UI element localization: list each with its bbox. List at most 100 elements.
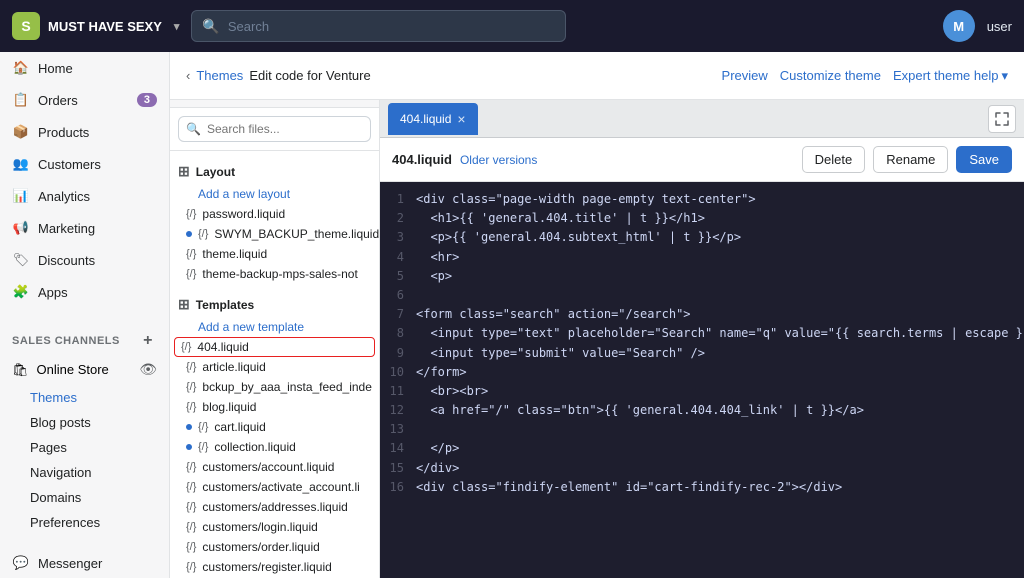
breadcrumb-themes-link[interactable]: Themes <box>196 68 243 83</box>
code-line: 14 </p> <box>380 439 1024 458</box>
file-item-article[interactable]: {/} article.liquid <box>170 357 379 377</box>
online-store-icon: 🛍 <box>12 362 29 378</box>
sidebar-label-online-store: Online Store <box>37 362 109 377</box>
rename-button[interactable]: Rename <box>873 146 948 173</box>
line-code: <a href="/" class="btn">{{ 'general.404.… <box>416 401 1024 420</box>
file-item-cust-login[interactable]: {/} customers/login.liquid <box>170 517 379 537</box>
file-modified-dot <box>186 231 192 237</box>
file-item-cust-account[interactable]: {/} customers/account.liquid <box>170 457 379 477</box>
line-code <box>416 420 1024 439</box>
sidebar-sub-pages[interactable]: Pages <box>0 435 169 460</box>
file-search-wrap: 🔍 <box>178 116 371 142</box>
file-search-input[interactable] <box>178 116 371 142</box>
file-tag-icon: {/} <box>186 461 196 473</box>
line-code: <h1>{{ 'general.404.title' | t }}</h1> <box>416 209 1024 228</box>
sidebar-item-customers[interactable]: 👥 Customers <box>0 148 169 180</box>
brand-logo-area[interactable]: S MUST HAVE SEXY ▾ <box>12 12 179 40</box>
file-item-cust-register[interactable]: {/} customers/register.liquid <box>170 557 379 577</box>
line-code: <input type="text" placeholder="Search" … <box>416 324 1024 343</box>
sidebar-item-analytics[interactable]: 📊 Analytics <box>0 180 169 212</box>
layout-section-icon: ⊞ <box>178 163 190 180</box>
tab-404-liquid[interactable]: 404.liquid × <box>388 103 478 135</box>
tab-close-icon[interactable]: × <box>457 112 465 126</box>
templates-section-label: Templates <box>196 298 254 312</box>
apps-icon: 🧩 <box>12 283 30 301</box>
line-number: 5 <box>380 267 416 286</box>
sidebar-item-apps[interactable]: 🧩 Apps <box>0 276 169 308</box>
global-search[interactable]: 🔍 <box>191 10 566 42</box>
code-line: 13 <box>380 420 1024 439</box>
breadcrumb: ‹ Themes Edit code for Venture <box>186 68 371 83</box>
code-editor[interactable]: 1<div class="page-width page-empty text-… <box>380 182 1024 578</box>
customers-icon: 👥 <box>12 155 30 173</box>
file-name: customers/login.liquid <box>202 520 317 534</box>
sidebar-item-home[interactable]: 🏠 Home <box>0 52 169 84</box>
search-input[interactable] <box>228 19 555 34</box>
sidebar-item-orders[interactable]: 📋 Orders 3 <box>0 84 169 116</box>
file-item-cust-order[interactable]: {/} customers/order.liquid <box>170 537 379 557</box>
preview-button[interactable]: Preview <box>722 68 768 83</box>
save-button[interactable]: Save <box>956 146 1012 173</box>
sidebar-sub-themes[interactable]: Themes <box>0 385 169 410</box>
line-number: 1 <box>380 190 416 209</box>
orders-icon: 📋 <box>12 91 30 109</box>
file-item-collection[interactable]: {/} collection.liquid <box>170 437 379 457</box>
avatar[interactable]: M <box>943 10 975 42</box>
file-name: theme.liquid <box>202 247 267 261</box>
add-new-layout-link[interactable]: Add a new layout <box>170 184 379 204</box>
eye-icon[interactable]: 👁 <box>139 361 157 378</box>
sidebar-sub-domains[interactable]: Domains <box>0 485 169 510</box>
file-item[interactable]: {/} theme-backup-mps-sales-not <box>170 264 379 284</box>
resize-handle[interactable] <box>170 100 379 108</box>
file-item-404[interactable]: {/} 404.liquid <box>174 337 375 357</box>
breadcrumb-current: Edit code for Venture <box>249 68 370 83</box>
file-item-cart[interactable]: {/} cart.liquid <box>170 417 379 437</box>
sidebar-item-discounts[interactable]: 🏷 Discounts <box>0 244 169 276</box>
sidebar-item-messenger[interactable]: 💬 Messenger <box>0 547 169 578</box>
line-code: </p> <box>416 439 1024 458</box>
brand-icon: S <box>12 12 40 40</box>
file-item[interactable]: {/} SWYM_BACKUP_theme.liquid <box>170 224 379 244</box>
line-number: 9 <box>380 344 416 363</box>
file-name: customers/addresses.liquid <box>202 500 347 514</box>
file-search-icon: 🔍 <box>186 122 201 136</box>
expand-editor-button[interactable] <box>988 105 1016 133</box>
sidebar-sub-blog-posts[interactable]: Blog posts <box>0 410 169 435</box>
file-item-blog[interactable]: {/} blog.liquid <box>170 397 379 417</box>
sidebar-item-products[interactable]: 📦 Products <box>0 116 169 148</box>
sidebar-sub-navigation[interactable]: Navigation <box>0 460 169 485</box>
file-tag-icon: {/} <box>186 248 196 260</box>
line-code: <p> <box>416 267 1024 286</box>
sidebar-label-home: Home <box>38 61 73 76</box>
code-line: 9 <input type="submit" value="Search" /> <box>380 344 1024 363</box>
analytics-icon: 📊 <box>12 187 30 205</box>
sidebar-sub-preferences[interactable]: Preferences <box>0 510 169 535</box>
add-sales-channel-button[interactable]: + <box>139 332 157 350</box>
file-item-insta[interactable]: {/} bckup_by_aaa_insta_feed_inde <box>170 377 379 397</box>
file-name: customers/account.liquid <box>202 460 334 474</box>
customize-theme-button[interactable]: Customize theme <box>780 68 881 83</box>
sidebar-item-marketing[interactable]: 📢 Marketing <box>0 212 169 244</box>
file-item-cust-activate[interactable]: {/} customers/activate_account.li <box>170 477 379 497</box>
file-tag-icon: {/} <box>186 541 196 553</box>
line-code: <div class="findify-element" id="cart-fi… <box>416 478 1024 497</box>
file-item-cust-addresses[interactable]: {/} customers/addresses.liquid <box>170 497 379 517</box>
file-name: customers/order.liquid <box>202 540 319 554</box>
code-file-title: 404.liquid <box>392 152 452 167</box>
file-item[interactable]: {/} password.liquid <box>170 204 379 224</box>
file-item[interactable]: {/} theme.liquid <box>170 244 379 264</box>
delete-button[interactable]: Delete <box>802 146 866 173</box>
file-modified-dot <box>186 424 192 430</box>
add-new-template-link[interactable]: Add a new template <box>170 317 379 337</box>
file-name: article.liquid <box>202 360 265 374</box>
sidebar-item-online-store[interactable]: 🛍 Online Store 👁 <box>0 354 169 385</box>
templates-section-header: ⊞ Templates <box>170 292 379 317</box>
file-name: customers/register.liquid <box>202 560 331 574</box>
file-tag-icon: {/} <box>198 421 208 433</box>
older-versions-link[interactable]: Older versions <box>460 153 537 167</box>
file-name: customers/activate_account.li <box>202 480 359 494</box>
file-modified-dot <box>186 444 192 450</box>
expert-help-button[interactable]: Expert theme help ▾ <box>893 68 1008 84</box>
brand-name: MUST HAVE SEXY <box>48 19 162 34</box>
line-code: <hr> <box>416 248 1024 267</box>
